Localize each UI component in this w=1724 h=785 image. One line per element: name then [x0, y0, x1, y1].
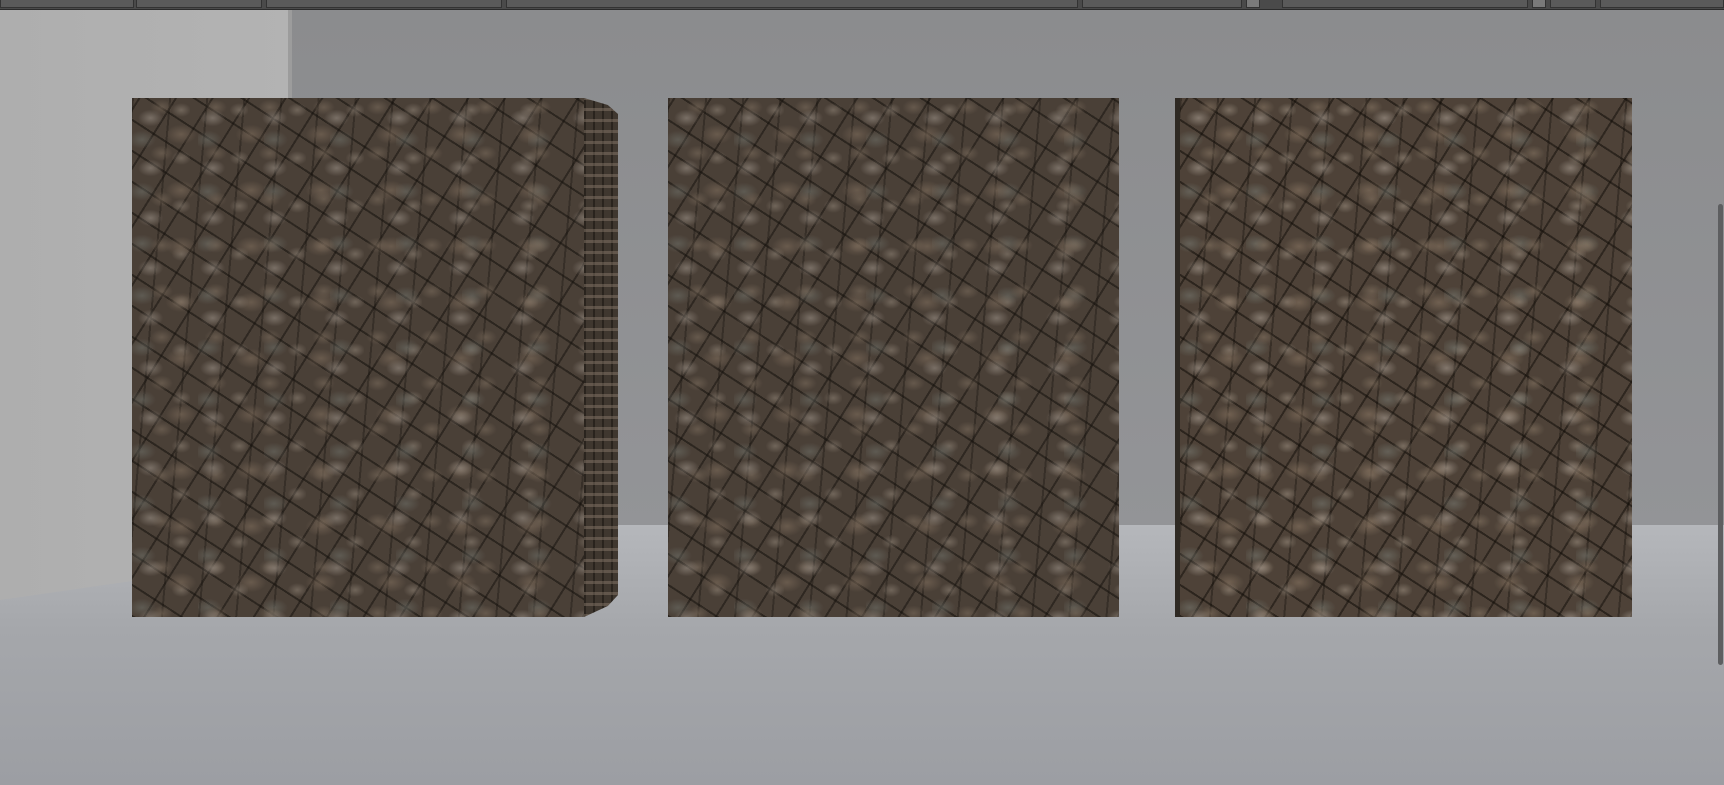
scrollbar-thumb[interactable] — [1718, 204, 1723, 665]
toolbar-field-4[interactable] — [506, 0, 1078, 8]
layout-icon[interactable] — [1532, 0, 1546, 8]
view-icon[interactable] — [1246, 0, 1260, 8]
cube-front-face — [668, 98, 1119, 617]
vertical-scrollbar[interactable] — [1717, 10, 1724, 785]
toolbar-field-7[interactable] — [1550, 0, 1596, 8]
stone-textured-cube-left[interactable] — [132, 98, 618, 617]
cube-side-face — [584, 98, 618, 617]
3d-viewport[interactable] — [0, 10, 1724, 785]
toolbar-field-1[interactable] — [0, 0, 134, 8]
toolbar-field-2[interactable] — [136, 0, 262, 8]
top-toolbar — [0, 0, 1724, 10]
stone-textured-cube-center[interactable] — [668, 98, 1119, 617]
cube-front-face — [1180, 98, 1632, 617]
toolbar-field-5[interactable] — [1082, 0, 1242, 8]
stone-textured-cube-right[interactable] — [1175, 98, 1632, 617]
toolbar-field-3[interactable] — [266, 0, 502, 8]
cube-front-face — [132, 98, 584, 617]
toolbar-field-8[interactable] — [1600, 0, 1724, 8]
toolbar-field-6[interactable] — [1282, 0, 1528, 8]
